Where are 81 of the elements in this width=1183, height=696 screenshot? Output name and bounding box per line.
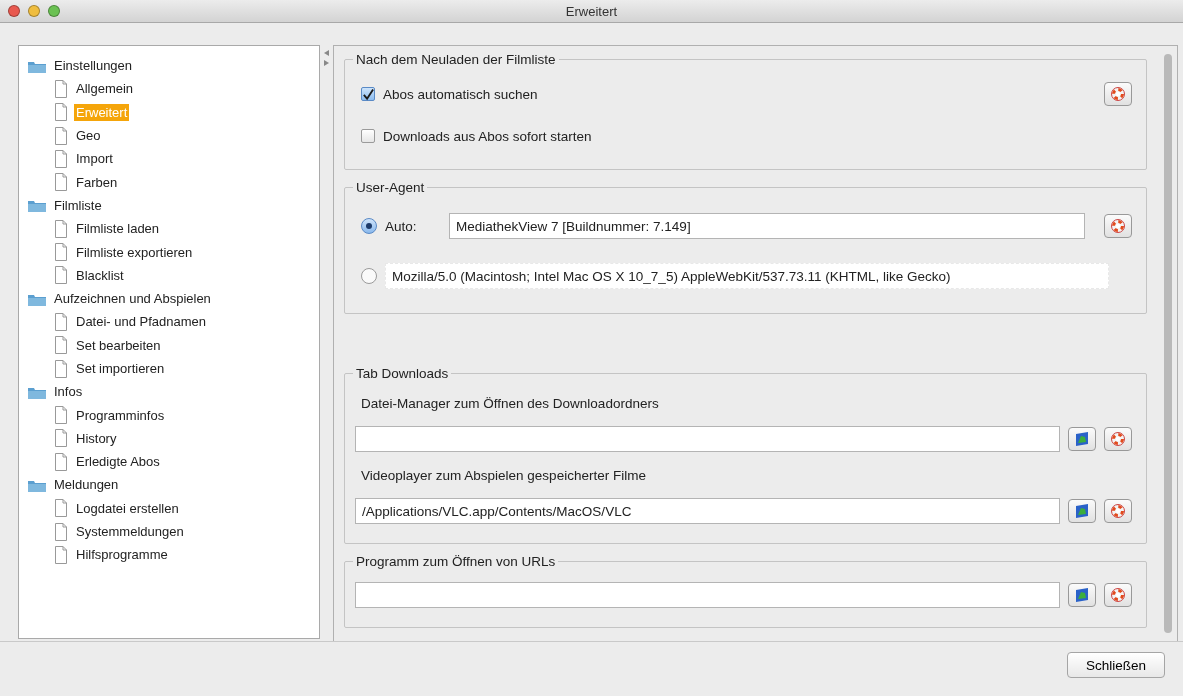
tree-item[interactable]: History [74, 429, 119, 447]
reset-button[interactable] [1104, 82, 1132, 106]
file-icon [53, 103, 69, 122]
file-icon [53, 545, 69, 564]
radio-label: Auto: [385, 218, 418, 234]
tree-item[interactable]: Allgemein [74, 80, 136, 98]
field-label: Datei-Manager zum Öffnen des Downloadordners [361, 395, 659, 411]
radio-button[interactable] [361, 268, 377, 284]
minimize-button[interactable] [28, 5, 40, 17]
file-icon [53, 219, 69, 238]
checkbox[interactable] [361, 129, 375, 143]
file-icon [53, 499, 69, 518]
tree-item[interactable]: Farben [74, 173, 120, 191]
tree-item[interactable]: Blacklist [74, 266, 126, 284]
zoom-button[interactable] [48, 5, 60, 17]
tree-item[interactable]: Erledigte Abos [74, 453, 162, 471]
browse-button[interactable] [1068, 427, 1096, 451]
tree-item[interactable]: Einstellungen [52, 57, 135, 75]
file-icon [53, 243, 69, 261]
file-icon [53, 173, 69, 192]
tree-item[interactable]: Set importieren [74, 360, 167, 377]
text-field[interactable] [355, 582, 1060, 608]
file-icon [53, 149, 69, 168]
lifebuoy-icon [1110, 587, 1126, 603]
file-icon [53, 312, 69, 331]
tree-item[interactable]: Aufzeichnen und Abspielen [52, 290, 213, 308]
text-field[interactable]: MediathekView 7 [Buildnummer: 7.149] [449, 213, 1085, 239]
file-icon [53, 359, 69, 378]
tree-item[interactable]: Filmliste exportieren [74, 243, 195, 261]
file-icon [53, 79, 69, 98]
group-title: User-Agent [355, 180, 426, 195]
tree-item[interactable]: Infos [52, 383, 85, 401]
lifebuoy-icon [1110, 431, 1126, 447]
close-button[interactable] [8, 5, 20, 17]
tree-item[interactable]: Set bearbeiten [74, 336, 163, 354]
reset-button[interactable] [1104, 583, 1132, 607]
tree-item[interactable]: Filmliste laden [74, 220, 162, 238]
collapse-left-icon[interactable] [323, 49, 330, 57]
text-field[interactable]: /Applications/VLC.app/Contents/MacOS/VLC [355, 498, 1060, 524]
lifebuoy-icon [1110, 86, 1126, 102]
file-icon [53, 266, 69, 285]
file-icon [53, 429, 69, 448]
reset-button[interactable] [1104, 499, 1132, 523]
tree-item[interactable]: Hilfsprogramme [74, 546, 170, 564]
window-title: Erweitert [565, 3, 618, 19]
lifebuoy-icon [1110, 218, 1126, 234]
field-label: Videoplayer zum Abspielen gespeicherter Filme [361, 467, 646, 483]
file-icon [53, 452, 69, 471]
group-title: Tab Downloads [355, 366, 450, 381]
tree-item[interactable]: Meldungen [52, 476, 121, 494]
file-icon [53, 522, 69, 541]
checkbox-label: Abos automatisch suchen [383, 86, 538, 102]
tree-item[interactable]: Programminfos [74, 406, 167, 424]
checkbox[interactable] [361, 87, 375, 101]
radio-button[interactable] [361, 218, 377, 234]
group-title: Programm zum Öffnen von URLs [355, 554, 557, 569]
map-icon [1074, 431, 1090, 447]
tree-item[interactable]: Filmliste [52, 196, 104, 214]
close-button[interactable]: Schließen [1066, 652, 1165, 678]
file-icon [53, 336, 69, 355]
browse-button[interactable] [1068, 583, 1096, 607]
reset-button[interactable] [1104, 427, 1132, 451]
group-title: Nach dem Neuladen der Filmliste [355, 52, 557, 67]
tree-item[interactable]: Import [74, 150, 115, 168]
reset-button[interactable] [1104, 214, 1132, 238]
check-icon [362, 87, 374, 101]
tree-item[interactable]: Systemmeldungen [74, 523, 186, 541]
lifebuoy-icon [1110, 503, 1126, 519]
tree-item[interactable]: Logdatei erstellen [74, 499, 181, 517]
checkbox-label: Downloads aus Abos sofort starten [383, 128, 592, 144]
map-icon [1074, 503, 1090, 519]
file-icon [53, 406, 69, 425]
scrollbar-thumb[interactable] [1164, 54, 1172, 633]
text-field[interactable] [355, 426, 1060, 452]
map-icon [1074, 587, 1090, 603]
tree-item[interactable]: Geo [74, 127, 103, 145]
text-field[interactable]: Mozilla/5.0 (Macintosh; Intel Mac OS X 10_7_5) AppleWebKit/537.73.11 (KHTML, like Gecko) [385, 263, 1109, 289]
file-icon [53, 126, 69, 145]
browse-button[interactable] [1068, 499, 1096, 523]
collapse-right-icon[interactable] [323, 59, 330, 67]
tree-item[interactable]: Datei- und Pfadnamen [74, 313, 209, 331]
